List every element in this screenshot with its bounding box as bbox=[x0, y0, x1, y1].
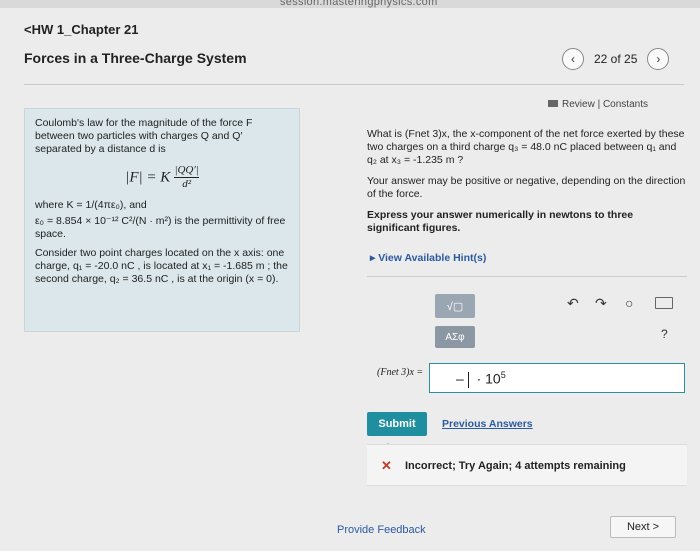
next-button[interactable]: Next > bbox=[610, 516, 676, 538]
provide-feedback-link[interactable]: Provide Feedback bbox=[337, 524, 426, 536]
problem-info-panel: Coulomb's law for the magnitude of the f… bbox=[24, 108, 300, 332]
next-item-button[interactable]: › bbox=[647, 48, 670, 70]
page-title: Forces in a Three-Charge System bbox=[24, 50, 247, 66]
formula-numerator: |QQ′| bbox=[174, 164, 199, 178]
url-text: session.masteringphysics.com bbox=[280, 0, 438, 8]
express-instruction: Express your answer numerically in newto… bbox=[367, 209, 634, 234]
coulomb-formula: |F| = K |QQ′| d² bbox=[35, 164, 289, 191]
feedback-message: ✕ Incorrect; Try Again; 4 attempts remai… bbox=[367, 444, 687, 486]
epsilon-definition: ε₀ = 8.854 × 10⁻¹² C²/(N · m²) is the pe… bbox=[35, 215, 286, 240]
pager-count: 22 of 25 bbox=[594, 52, 638, 66]
view-hints-link[interactable]: ▸ View Available Hint(s) bbox=[370, 252, 486, 264]
symbols-button[interactable]: ΑΣφ bbox=[435, 326, 475, 348]
help-icon[interactable]: ? bbox=[661, 327, 668, 341]
review-constants-link[interactable]: Review | Constants bbox=[548, 99, 648, 110]
header-divider bbox=[24, 84, 684, 85]
setup-text: Consider two point charges located on th… bbox=[35, 247, 288, 285]
chevron-left-icon: ‹ bbox=[571, 52, 575, 66]
answer-sign: – bbox=[456, 370, 464, 387]
chevron-right-icon: › bbox=[656, 52, 661, 66]
k-definition: where K = 1/(4πε₀), and bbox=[35, 199, 147, 211]
answer-label: (Fnet 3)x = bbox=[377, 367, 424, 378]
incorrect-icon: ✕ bbox=[381, 458, 392, 473]
feedback-text: Incorrect; Try Again; 4 attempts remaini… bbox=[405, 460, 626, 472]
templates-button[interactable]: √▢ bbox=[435, 294, 475, 318]
text-cursor bbox=[467, 371, 469, 388]
formula-denominator: d² bbox=[182, 178, 192, 190]
keyboard-icon[interactable] bbox=[655, 297, 673, 309]
item-pager: ‹ 22 of 25 › bbox=[562, 48, 670, 70]
back-to-assignment-link[interactable]: <HW 1_Chapter 21 bbox=[24, 22, 139, 37]
hint-label: View Available Hint(s) bbox=[378, 252, 487, 264]
previous-answers-link[interactable]: Previous Answers bbox=[442, 418, 533, 430]
redo-icon[interactable]: ↷ bbox=[595, 295, 607, 312]
prev-item-button[interactable]: ‹ bbox=[562, 48, 584, 70]
answer-entry: – · 105 bbox=[456, 370, 506, 388]
sign-note: Your answer may be positive or negative,… bbox=[367, 175, 686, 200]
sci-notation: · 10 bbox=[476, 370, 501, 387]
reset-icon[interactable]: ○ bbox=[625, 295, 633, 311]
coulomb-intro: Coulomb's law for the magnitude of the f… bbox=[35, 117, 253, 155]
formula-lhs: |F| = K bbox=[125, 169, 171, 186]
submit-button[interactable]: Submit bbox=[367, 412, 427, 436]
answer-area: √▢ ΑΣφ ↶ ↷ ○ ? (Fnet 3)x = – · 105 bbox=[367, 276, 687, 393]
review-icon bbox=[548, 100, 558, 107]
question-block: What is (Fnet 3)x, the x-component of th… bbox=[367, 128, 687, 243]
question-text: What is (Fnet 3)x, the x-component of th… bbox=[367, 128, 685, 166]
undo-icon[interactable]: ↶ bbox=[567, 295, 579, 312]
review-label: Review | Constants bbox=[562, 99, 648, 110]
exponent: 5 bbox=[500, 370, 506, 380]
answer-input[interactable]: – · 105 bbox=[429, 363, 685, 393]
